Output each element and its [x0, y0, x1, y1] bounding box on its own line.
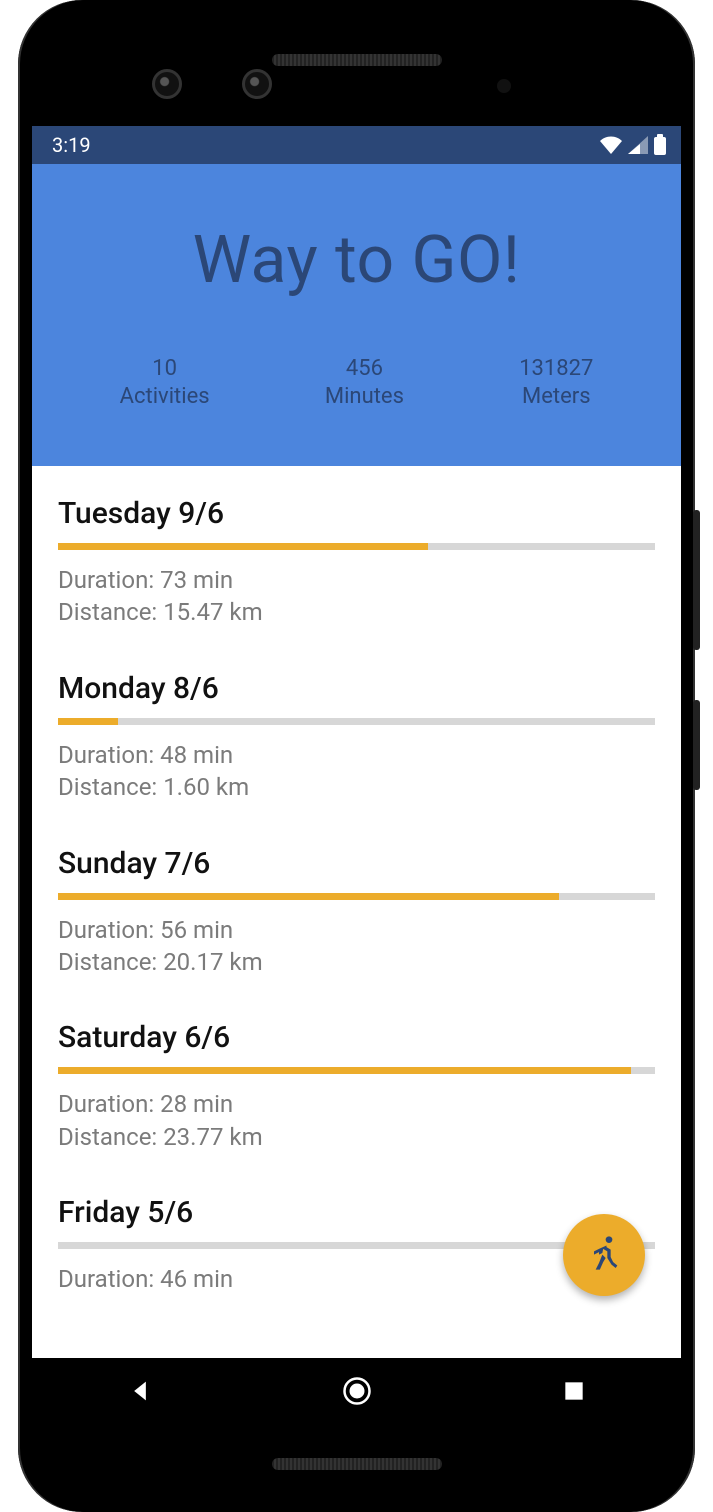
sensor-dot [497, 79, 511, 93]
activity-title: Friday 5/6 [58, 1195, 655, 1230]
nav-recent-icon[interactable] [561, 1378, 587, 1408]
screen: 3:19 Way to GO! [32, 126, 681, 1428]
stat-activities-value: 10 [120, 355, 210, 383]
activity-distance: Distance: 23.77 km [58, 1121, 655, 1153]
running-icon [584, 1233, 624, 1277]
activity-item[interactable]: Monday 8/6 Duration: 48 min Distance: 1.… [32, 641, 681, 816]
stat-meters-label: Meters [519, 383, 593, 411]
activity-item[interactable]: Tuesday 9/6 Duration: 73 min Distance: 1… [32, 466, 681, 641]
start-activity-fab[interactable] [563, 1214, 645, 1296]
battery-icon [653, 134, 667, 156]
activity-title: Saturday 6/6 [58, 1020, 655, 1055]
cell-signal-icon [627, 135, 649, 155]
progress-fill [58, 543, 428, 550]
wifi-icon [599, 135, 623, 155]
earpiece [272, 54, 442, 66]
stat-activities-label: Activities [120, 383, 210, 411]
stat-minutes-label: Minutes [325, 383, 404, 411]
progress-track [58, 893, 655, 900]
progress-fill [58, 1067, 631, 1074]
activity-duration: Duration: 56 min [58, 914, 655, 946]
activity-duration: Duration: 28 min [58, 1088, 655, 1120]
activity-title: Sunday 7/6 [58, 846, 655, 881]
activity-item[interactable]: Saturday 6/6 Duration: 28 min Distance: … [32, 990, 681, 1165]
front-camera-1 [152, 69, 182, 99]
activity-title: Tuesday 9/6 [58, 496, 655, 531]
progress-fill [58, 893, 559, 900]
stat-minutes-value: 456 [325, 355, 404, 383]
progress-track [58, 718, 655, 725]
volume-button [693, 700, 700, 790]
android-nav-bar [32, 1358, 681, 1428]
phone-frame: 3:19 Way to GO! [18, 0, 695, 1512]
summary-header: Way to GO! 10 Activities 456 Minutes 131… [32, 164, 681, 466]
stat-meters-value: 131827 [519, 355, 593, 383]
stat-meters: 131827 Meters [519, 355, 593, 410]
activity-title: Monday 8/6 [58, 671, 655, 706]
nav-home-icon[interactable] [342, 1376, 372, 1410]
activity-distance: Distance: 15.47 km [58, 596, 655, 628]
power-button [693, 510, 700, 650]
nav-back-icon[interactable] [126, 1377, 154, 1409]
activity-duration: Duration: 73 min [58, 564, 655, 596]
header-title: Way to GO! [32, 222, 681, 299]
progress-fill [58, 718, 118, 725]
activity-distance: Distance: 20.17 km [58, 946, 655, 978]
stat-activities: 10 Activities [120, 355, 210, 410]
progress-track [58, 1067, 655, 1074]
status-time: 3:19 [52, 133, 91, 157]
stat-minutes: 456 Minutes [325, 355, 404, 410]
activity-item[interactable]: Sunday 7/6 Duration: 56 min Distance: 20… [32, 816, 681, 991]
bottom-speaker [272, 1458, 442, 1470]
activity-duration: Duration: 48 min [58, 739, 655, 771]
status-bar: 3:19 [32, 126, 681, 164]
activity-distance: Distance: 1.60 km [58, 771, 655, 803]
progress-track [58, 543, 655, 550]
front-camera-2 [242, 69, 272, 99]
